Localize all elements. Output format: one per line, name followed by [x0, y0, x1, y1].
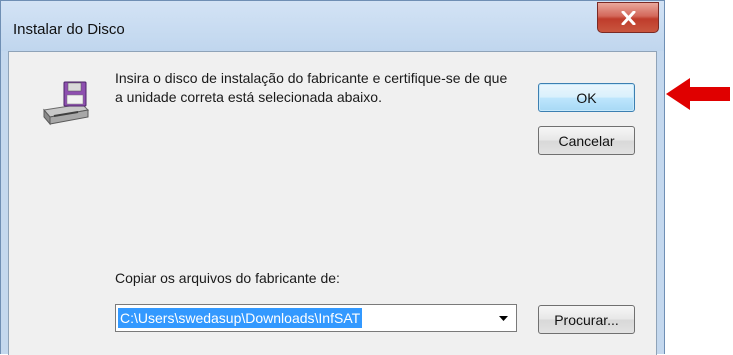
- source-path-combobox[interactable]: C:\Users\swedasup\Downloads\InfSAT: [115, 304, 517, 332]
- red-arrow-icon: [666, 78, 730, 110]
- install-from-disk-dialog: Instalar do Disco Insira o disco de inst…: [0, 0, 665, 355]
- browse-button[interactable]: Procurar...: [538, 305, 635, 334]
- close-button[interactable]: [597, 2, 659, 33]
- instruction-text: Insira o disco de instalação do fabrican…: [115, 70, 508, 105]
- copy-from-label: Copiar os arquivos do fabricante de:: [115, 270, 340, 286]
- floppy-disk-drive-icon: [43, 81, 90, 126]
- dialog-title: Instalar do Disco: [13, 21, 125, 38]
- close-icon: [621, 11, 636, 25]
- cancel-button[interactable]: Cancelar: [538, 126, 635, 155]
- title-bar: Instalar do Disco: [1, 1, 664, 51]
- ok-button[interactable]: OK: [538, 83, 635, 112]
- chevron-down-icon[interactable]: [499, 316, 508, 321]
- source-path-value[interactable]: C:\Users\swedasup\Downloads\InfSAT: [118, 308, 363, 328]
- dialog-body: Insira o disco de instalação do fabrican…: [8, 51, 657, 355]
